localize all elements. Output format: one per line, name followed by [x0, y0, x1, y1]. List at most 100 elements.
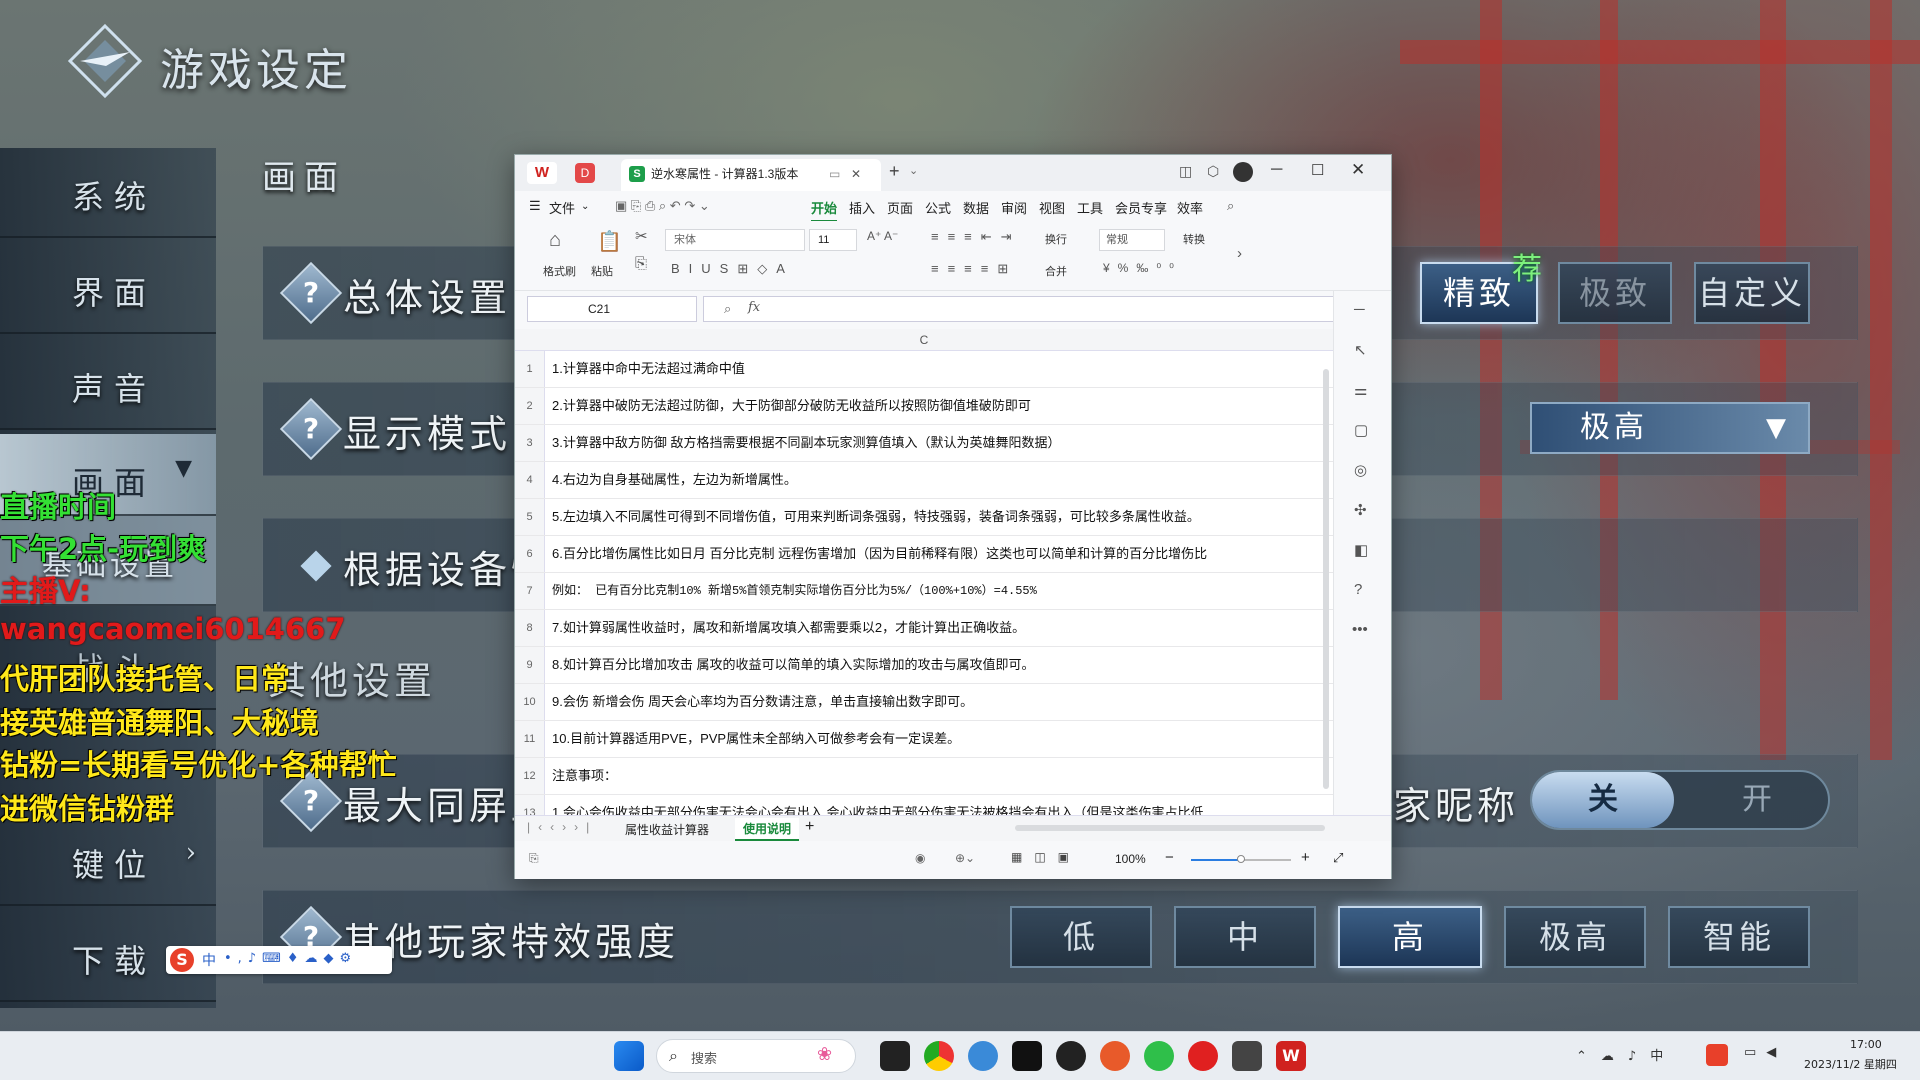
- tab-list-icon[interactable]: ⌄: [909, 164, 918, 177]
- chevron-right-icon[interactable]: ›: [1237, 245, 1242, 262]
- copy-icon[interactable]: ⎘: [635, 255, 647, 272]
- pdf-app-icon[interactable]: D: [575, 163, 595, 183]
- tray-icons[interactable]: ⌃☁♪中: [1576, 1045, 1677, 1064]
- close-window-icon[interactable]: ✕: [1351, 160, 1365, 180]
- sogou-tray-icon[interactable]: [1706, 1044, 1728, 1066]
- quality-option-ultimate[interactable]: 极致: [1558, 262, 1672, 324]
- select-icon[interactable]: ↖: [1354, 341, 1367, 359]
- font-family-select[interactable]: 宋体: [665, 229, 805, 251]
- cell[interactable]: 7.如计算弱属性收益时，属攻和新增属攻填入都需要乘以2，才能计算出正确收益。: [552, 610, 1025, 646]
- close-tab-icon[interactable]: ✕: [851, 159, 861, 189]
- menu-formula[interactable]: 公式: [925, 198, 951, 217]
- cell[interactable]: 4.右边为自身基础属性，左边为新增属性。: [552, 462, 797, 498]
- paste-icon[interactable]: 📋: [597, 229, 622, 254]
- menu-insert[interactable]: 插入: [849, 198, 875, 217]
- chrome-icon[interactable]: [924, 1041, 954, 1071]
- number-format-select[interactable]: 常规: [1099, 229, 1165, 251]
- row-number[interactable]: 10: [515, 684, 545, 720]
- cell[interactable]: 5.左边填入不同属性可得到不同增伤值，可用来判断词条强弱，特技强弱，装备词条强弱…: [552, 499, 1200, 535]
- steam-icon[interactable]: [1056, 1041, 1086, 1071]
- name-box[interactable]: C21: [527, 296, 697, 322]
- ime-toolbar[interactable]: S 中 •,♪⌨♦☁◆⚙: [166, 946, 392, 974]
- app-icon[interactable]: [1100, 1041, 1130, 1071]
- search-icon[interactable]: ⌕: [1227, 198, 1234, 214]
- cell[interactable]: 注意事项：: [552, 758, 617, 794]
- fx-icon[interactable]: fx: [748, 300, 760, 315]
- task-view-icon[interactable]: [880, 1041, 910, 1071]
- fullscreen-icon[interactable]: ⤢: [1333, 850, 1343, 866]
- zoom-level[interactable]: 100%: [1115, 852, 1146, 866]
- spreadsheet-grid[interactable]: C 1 1.计算器中命中无法超过满命中值 2 2.计算器中破防无法超过防御，大于防御…: [515, 329, 1333, 815]
- menu-data[interactable]: 数据: [963, 198, 989, 217]
- eye-icon[interactable]: ◉: [915, 851, 925, 865]
- menu-review[interactable]: 审阅: [1001, 198, 1027, 217]
- comment-icon[interactable]: ▢: [1354, 421, 1368, 439]
- row-number[interactable]: 5: [515, 499, 545, 535]
- menu-icon[interactable]: ☰: [529, 198, 541, 214]
- settings-sliders-icon[interactable]: ⚌: [1354, 381, 1367, 399]
- collapse-icon[interactable]: ─: [1354, 301, 1365, 318]
- nickname-toggle[interactable]: 关 开: [1530, 770, 1830, 830]
- protect-icon[interactable]: ⊕⌄: [955, 851, 975, 865]
- row-number[interactable]: 7: [515, 573, 545, 609]
- wps-logo-icon[interactable]: W: [527, 162, 557, 184]
- cell[interactable]: 8.如计算百分比增加攻击 属攻的收益可以简单的填入实际增加的攻击与属攻值即可。: [552, 647, 1034, 683]
- align-top-icons[interactable]: ≡≡≡⇤⇥: [931, 229, 1021, 245]
- layout-icon[interactable]: ◫: [1179, 163, 1192, 180]
- vertical-scrollbar[interactable]: [1323, 369, 1329, 789]
- effects-option-low[interactable]: 低: [1010, 906, 1152, 968]
- more-icon[interactable]: •••: [1352, 621, 1368, 638]
- font-grow-icon[interactable]: A⁺ A⁻: [867, 229, 898, 243]
- cell[interactable]: 3.计算器中敌方防御 敌方格挡需要根据不同副本玩家测算值填入（默认为英雄舞阳数据…: [552, 425, 1060, 461]
- quality-option-custom[interactable]: 自定义: [1694, 262, 1810, 324]
- effects-option-high[interactable]: 高: [1338, 906, 1482, 968]
- toggle-on[interactable]: 开: [1692, 772, 1822, 828]
- book-icon[interactable]: ◧: [1354, 541, 1368, 559]
- menu-file[interactable]: 文件: [549, 198, 575, 217]
- effects-option-very-high[interactable]: 极高: [1504, 906, 1646, 968]
- sheet-tab-active[interactable]: 使用说明: [735, 818, 800, 841]
- taskbar-search[interactable]: ⌕ 搜索 ❀: [656, 1039, 856, 1073]
- zoom-formula-icon[interactable]: ⌕: [724, 301, 731, 317]
- column-header-c[interactable]: C: [515, 329, 1333, 351]
- wechat-icon[interactable]: [1144, 1041, 1174, 1071]
- app-icon[interactable]: [968, 1041, 998, 1071]
- display-mode-select[interactable]: 极高 ▼: [1530, 402, 1810, 454]
- minimize-icon[interactable]: ─: [1271, 161, 1282, 179]
- menu-efficiency[interactable]: 效率: [1177, 198, 1203, 217]
- tab-document[interactable]: S 逆水寒属性 - 计算器1.3版本 ▭ ✕: [621, 159, 881, 191]
- sidebar-item-keybind[interactable]: 键位 ›: [0, 816, 216, 906]
- row-number[interactable]: 3: [515, 425, 545, 461]
- formula-input[interactable]: ⌕ fx: [703, 296, 1339, 322]
- sheet-tab[interactable]: 属性收益计算器: [625, 821, 709, 838]
- cell[interactable]: 10.目前计算器适用PVE，PVP属性未全部纳入可做参考会有一定误差。: [552, 721, 960, 757]
- help-icon[interactable]: ?: [279, 397, 343, 461]
- zoom-in-icon[interactable]: +: [1301, 849, 1310, 866]
- view-mode-icons[interactable]: ▦◫▣: [1011, 850, 1081, 864]
- horizontal-scrollbar[interactable]: [1015, 825, 1325, 831]
- sidebar-item-system[interactable]: 系统: [0, 148, 216, 238]
- menu-home[interactable]: 开始: [811, 198, 838, 222]
- row-number[interactable]: 2: [515, 388, 545, 424]
- ime-tool-icons[interactable]: •,♪⌨♦☁◆⚙: [224, 951, 357, 966]
- tools-icon[interactable]: ✣: [1354, 501, 1367, 519]
- menu-member[interactable]: 会员专享: [1115, 198, 1167, 217]
- menu-page[interactable]: 页面: [887, 198, 913, 217]
- clock-date[interactable]: 2023/11/2 星期四: [1804, 1056, 1897, 1072]
- netease-music-icon[interactable]: [1188, 1041, 1218, 1071]
- row-number[interactable]: 13: [515, 795, 545, 815]
- format-painter-label[interactable]: 格式刷: [543, 263, 576, 279]
- help-circle-icon[interactable]: ?: [1354, 581, 1362, 598]
- font-size-select[interactable]: 11: [809, 229, 857, 251]
- row-number[interactable]: 12: [515, 758, 545, 794]
- game-app-icon[interactable]: [1232, 1041, 1262, 1071]
- sidebar-item-sound[interactable]: 声音: [0, 340, 216, 430]
- clock-time[interactable]: 17:00: [1850, 1038, 1882, 1051]
- effects-option-medium[interactable]: 中: [1174, 906, 1316, 968]
- toggle-off[interactable]: 关: [1532, 772, 1674, 828]
- help-icon[interactable]: ?: [279, 261, 343, 325]
- align-icons[interactable]: ≡≡≡≡⊞: [931, 261, 1017, 277]
- ai-icon[interactable]: ◎: [1354, 461, 1367, 479]
- start-icon[interactable]: [614, 1041, 644, 1071]
- format-painter-icon[interactable]: ⌂: [549, 229, 561, 252]
